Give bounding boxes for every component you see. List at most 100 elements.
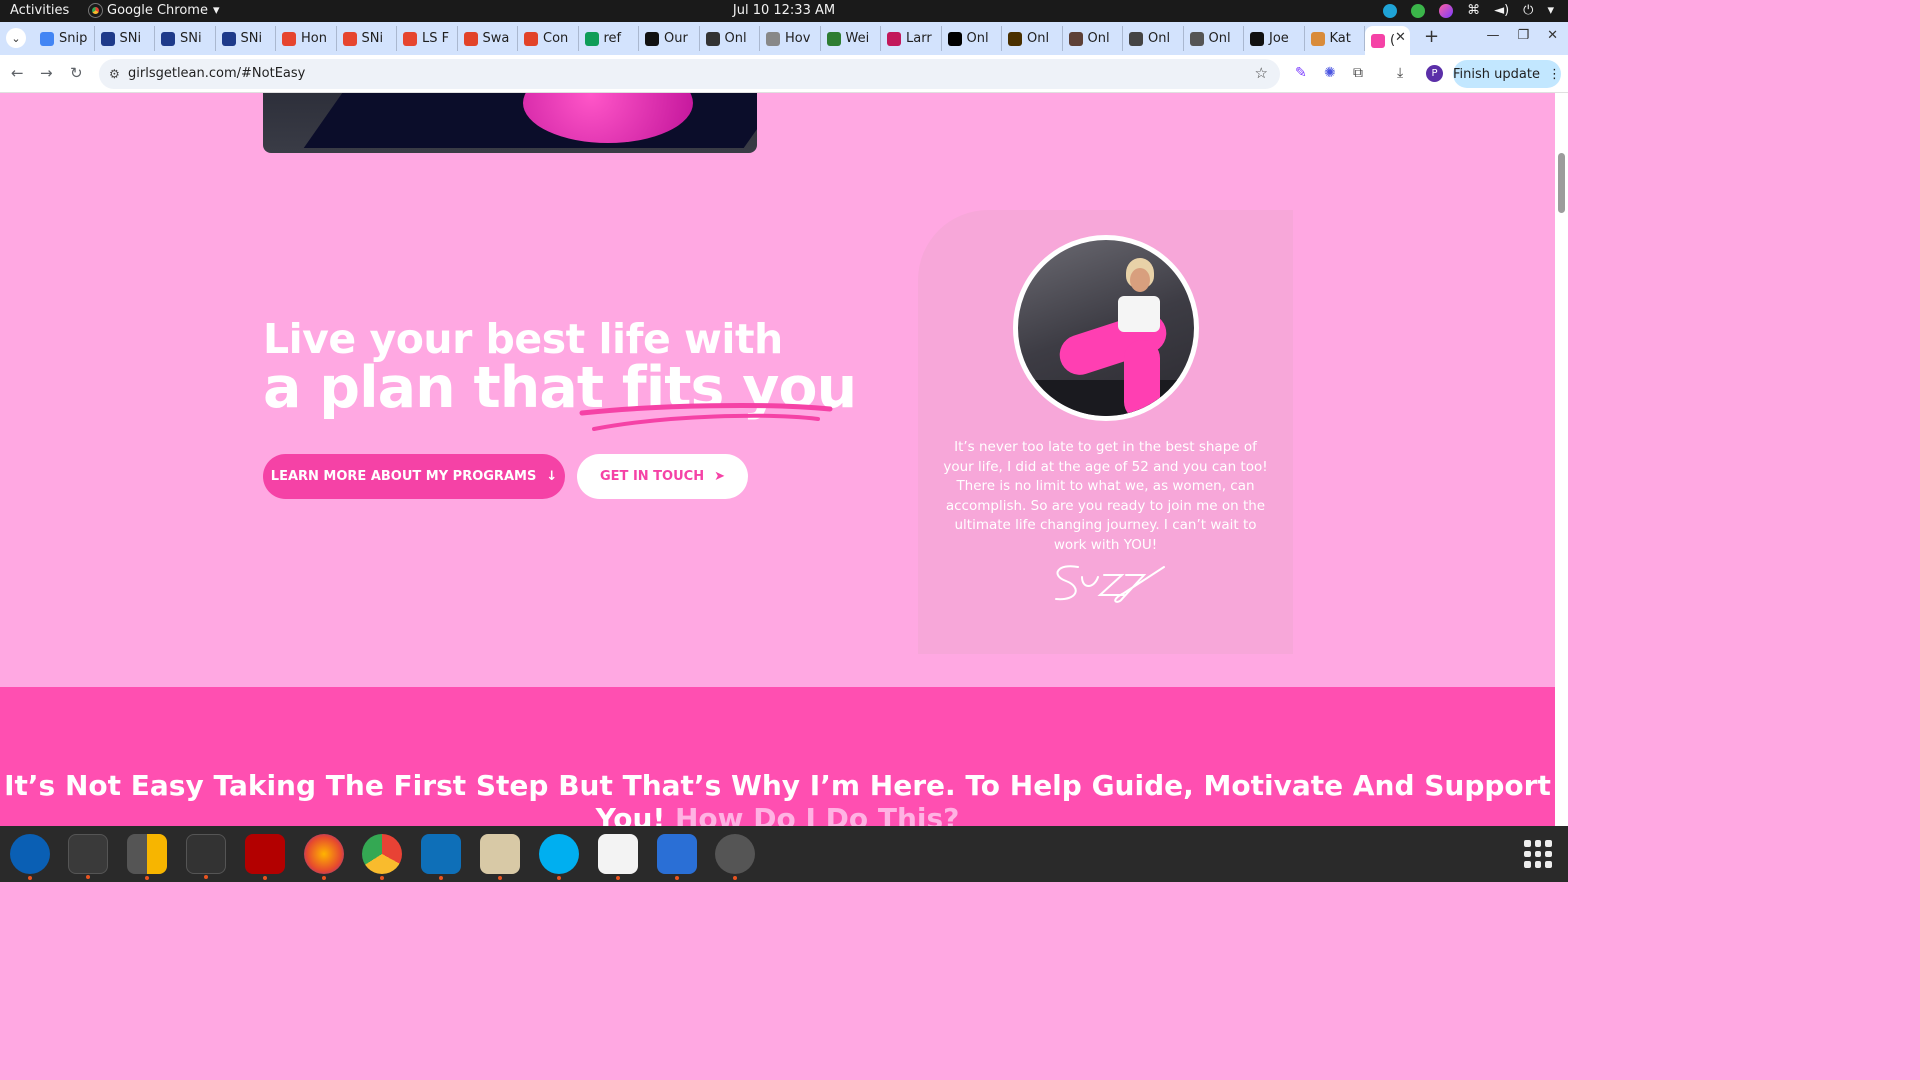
- browser-tab[interactable]: LS F: [397, 26, 458, 51]
- learn-more-programs-button[interactable]: LEARN MORE ABOUT MY PROGRAMS ↓: [263, 454, 565, 499]
- system-monitor-icon[interactable]: [186, 834, 226, 879]
- tab-title: Swa: [482, 31, 510, 46]
- browser-tab[interactable]: Swa: [458, 26, 518, 51]
- terminal-icon[interactable]: [68, 834, 108, 879]
- scrollbar-thumb[interactable]: [1558, 153, 1565, 213]
- tab-title: Con: [543, 31, 569, 46]
- show-apps-icon[interactable]: [1524, 840, 1552, 868]
- hero-image: [263, 93, 757, 153]
- browser-tab[interactable]: SNi: [337, 26, 397, 51]
- tab-favicon-icon: [1189, 31, 1204, 46]
- tab-search-icon[interactable]: ⌄: [6, 28, 26, 48]
- tab-title: Hov: [785, 31, 811, 46]
- close-window-icon[interactable]: ✕: [1547, 28, 1558, 43]
- tab-title: Onl: [1027, 31, 1050, 46]
- chrome-icon[interactable]: [362, 834, 402, 880]
- tab-favicon-icon: [947, 31, 962, 46]
- get-in-touch-label: GET IN TOUCH: [600, 469, 705, 484]
- arrow-down-icon: ↓: [546, 469, 558, 484]
- gear-extension-icon[interactable]: ✺: [1324, 65, 1336, 81]
- disc-icon[interactable]: [715, 834, 755, 880]
- url-text[interactable]: girlsgetlean.com/#NotEasy: [128, 66, 305, 81]
- browser-tab[interactable]: Onl: [1002, 26, 1063, 51]
- browser-tab[interactable]: Kat: [1305, 26, 1365, 51]
- browser-tab[interactable]: SNi: [155, 26, 216, 51]
- clock[interactable]: Jul 10 12:33 AM: [0, 3, 1568, 18]
- writer-icon[interactable]: [657, 834, 697, 880]
- tab-favicon-icon: [161, 31, 175, 46]
- browser-tab[interactable]: Onl: [942, 26, 1002, 51]
- browser-tab[interactable]: SNi: [95, 26, 155, 51]
- browser-tab[interactable]: Onl: [1184, 26, 1244, 51]
- paper-plane-icon: ➤: [714, 469, 725, 484]
- system-tray[interactable]: ⌘ ◄) ⏻ ▾: [1383, 3, 1554, 18]
- tab-favicon-icon: [1129, 31, 1143, 46]
- learn-more-label: LEARN MORE ABOUT MY PROGRAMS: [270, 469, 537, 484]
- tab-favicon-icon: [584, 31, 599, 46]
- section-heading-highlight[interactable]: How Do I Do This?: [675, 802, 959, 826]
- back-icon[interactable]: ←: [11, 64, 24, 82]
- caret-down-icon[interactable]: ▾: [1547, 3, 1554, 18]
- vscode-icon[interactable]: [421, 834, 461, 880]
- files-icon[interactable]: [480, 834, 520, 880]
- tab-title: Onl: [724, 31, 747, 46]
- page-scrollbar[interactable]: [1555, 93, 1568, 826]
- browser-tab[interactable]: Hon: [276, 26, 337, 51]
- new-tab-icon[interactable]: +: [1424, 26, 1439, 47]
- browser-tab[interactable]: Larr: [881, 26, 942, 51]
- tab-favicon-icon: [705, 31, 720, 46]
- tab-favicon-icon: [221, 31, 236, 46]
- browser-tab[interactable]: Con: [518, 26, 579, 51]
- check-shield-icon[interactable]: [1411, 3, 1426, 18]
- browser-tab[interactable]: Onl: [1063, 26, 1123, 51]
- reload-icon[interactable]: ↻: [70, 64, 83, 82]
- tab-title: Snip: [59, 31, 88, 46]
- tab-title: Our: [664, 31, 688, 46]
- browser-tab[interactable]: Hov: [760, 26, 821, 51]
- pen-extension-icon[interactable]: ✎: [1295, 65, 1307, 81]
- close-tab-icon[interactable]: ✕: [1395, 30, 1406, 45]
- tab-favicon-icon: [887, 31, 901, 46]
- power-icon[interactable]: ⏻: [1523, 3, 1533, 18]
- calculator-icon[interactable]: [127, 834, 167, 880]
- profile-avatar[interactable]: P: [1426, 65, 1443, 82]
- sync-icon[interactable]: [1383, 3, 1398, 18]
- minimize-icon[interactable]: —: [1486, 28, 1499, 43]
- download-icon[interactable]: ⤓: [1397, 65, 1403, 81]
- tab-title: ref: [603, 31, 622, 46]
- tab-title: Larr: [906, 31, 932, 46]
- about-card: It’s never too late to get in the best s…: [918, 210, 1293, 654]
- browser-tab[interactable]: Snip: [34, 26, 95, 51]
- address-bar[interactable]: ⚙ girlsgetlean.com/#NotEasy ☆: [99, 59, 1280, 89]
- tab-favicon-icon: [282, 31, 296, 46]
- browser-tab[interactable]: Onl: [1123, 26, 1184, 51]
- volume-icon[interactable]: ◄): [1494, 3, 1509, 18]
- browser-tab[interactable]: SNi: [216, 26, 276, 51]
- app-indicator-icon[interactable]: [1439, 3, 1454, 18]
- site-settings-icon[interactable]: ⚙: [109, 67, 120, 81]
- browser-tab[interactable]: Wei: [821, 26, 881, 51]
- bookmark-star-icon[interactable]: ☆: [1255, 64, 1268, 82]
- get-in-touch-button[interactable]: GET IN TOUCH ➤: [577, 454, 748, 499]
- browser-tab[interactable]: Our: [639, 26, 700, 51]
- browser-tab[interactable]: Onl: [700, 26, 760, 51]
- browser-tab[interactable]: Joe: [1244, 26, 1305, 51]
- about-text: It’s never too late to get in the best s…: [943, 439, 1268, 553]
- tab-title: Wei: [845, 31, 870, 46]
- tab-favicon-icon: [1250, 31, 1264, 46]
- finish-update-button[interactable]: Finish update ⋮: [1453, 60, 1561, 88]
- extensions-puzzle-icon[interactable]: ⧉: [1353, 65, 1363, 81]
- forward-icon[interactable]: →: [40, 64, 53, 82]
- tab-title: Onl: [1208, 31, 1231, 46]
- thunderbird-icon[interactable]: [10, 834, 50, 880]
- tab-favicon-icon: [1310, 31, 1325, 46]
- filezilla-icon[interactable]: [245, 834, 285, 880]
- text-editor-icon[interactable]: [598, 834, 638, 880]
- tab-title: LS F: [422, 31, 450, 46]
- skype-icon[interactable]: [539, 834, 579, 880]
- tab-list: Snip SNi SNi SNi Hon SNi LS F Swa Con ref Our Onl Ho…: [34, 26, 1410, 55]
- maximize-icon[interactable]: ❐: [1517, 28, 1529, 43]
- network-icon[interactable]: ⌘: [1467, 3, 1480, 18]
- firefox-icon[interactable]: [304, 834, 344, 880]
- browser-tab[interactable]: ref: [579, 26, 639, 51]
